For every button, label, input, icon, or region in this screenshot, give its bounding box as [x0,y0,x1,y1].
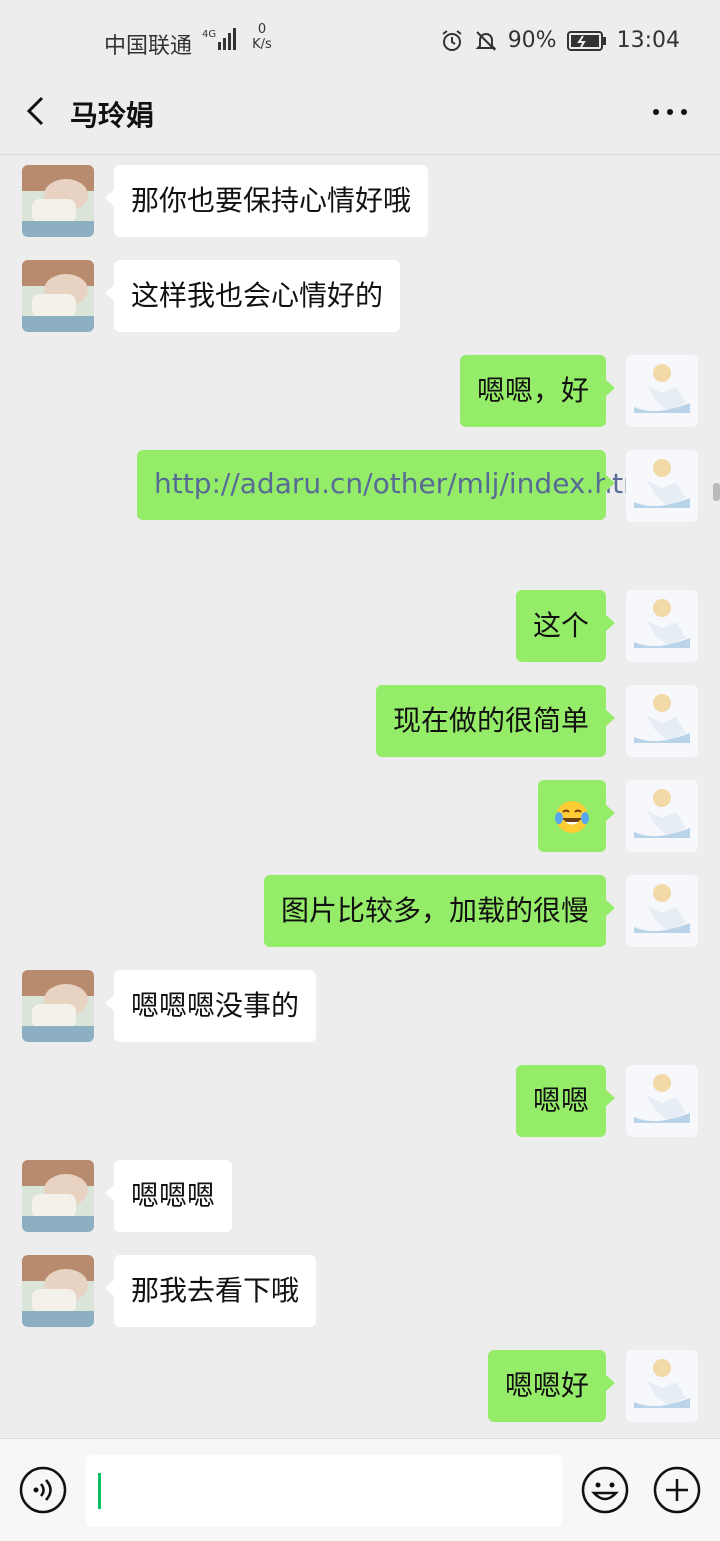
battery-percent: 90% [507,28,557,53]
signal-icon: 4G [202,28,236,50]
voice-icon[interactable] [18,1465,68,1515]
status-bar: 中国联通 4G 0 K/s 90% 13:04 [0,0,720,80]
contact-avatar[interactable] [22,1160,94,1232]
self-avatar[interactable] [626,1350,698,1422]
back-arrow-icon[interactable] [22,96,52,126]
link-message-bubble[interactable]: http://adaru.cn/other/mlj/index.html [137,450,658,520]
carrier-name: 中国联通 [104,34,193,59]
network-type: 4G [202,29,216,40]
message-bubble[interactable]: 嗯嗯，好 [459,355,616,427]
battery-icon [566,30,606,51]
self-avatar[interactable] [626,780,698,852]
emoji-icon[interactable] [580,1465,630,1515]
contact-avatar[interactable] [22,970,94,1042]
message-bubble[interactable]: 那我去看下哦 [104,1255,317,1327]
self-avatar[interactable] [626,355,698,427]
text-cursor [98,1473,101,1509]
network-speed: 0 K/s [252,22,272,52]
clock: 13:04 [616,28,680,53]
alarm-icon [442,29,462,51]
message-list[interactable]: 那你也要保持心情好哦 这样我也会心情好的 嗯嗯，好 http://adaru.c… [0,155,720,1438]
input-bar [0,1438,720,1541]
scrollbar[interactable] [713,483,720,501]
plus-icon[interactable] [652,1465,702,1515]
contact-avatar[interactable] [22,165,94,237]
message-bubble[interactable]: 嗯嗯嗯 [104,1160,233,1232]
mute-bell-icon [475,30,497,51]
message-bubble[interactable]: 图片比较多，加载的很慢 [263,875,616,947]
contact-avatar[interactable] [22,1255,94,1327]
message-bubble[interactable]: 那你也要保持心情好哦 [104,165,429,237]
message-bubble[interactable]: 现在做的很简单 [375,685,616,757]
message-bubble[interactable]: 这样我也会心情好的 [104,260,401,332]
message-bubble[interactable]: 嗯嗯 [515,1065,616,1137]
tears-of-joy-emoji [555,801,589,833]
emoji-message-bubble[interactable] [538,780,615,852]
more-options-icon[interactable] [650,104,690,120]
self-avatar[interactable] [626,875,698,947]
self-avatar[interactable] [626,1065,698,1137]
message-bubble[interactable]: 这个 [515,590,616,662]
message-input[interactable] [86,1455,562,1527]
chat-title: 马玲娟 [70,99,155,132]
message-bubble[interactable]: 嗯嗯嗯没事的 [104,970,317,1042]
contact-avatar[interactable] [22,260,94,332]
self-avatar[interactable] [626,450,698,522]
self-avatar[interactable] [626,685,698,757]
message-bubble[interactable]: 嗯嗯好 [487,1350,616,1422]
chat-header: 马玲娟 [0,80,720,155]
status-right: 90% 13:04 [440,28,680,53]
self-avatar[interactable] [626,590,698,662]
